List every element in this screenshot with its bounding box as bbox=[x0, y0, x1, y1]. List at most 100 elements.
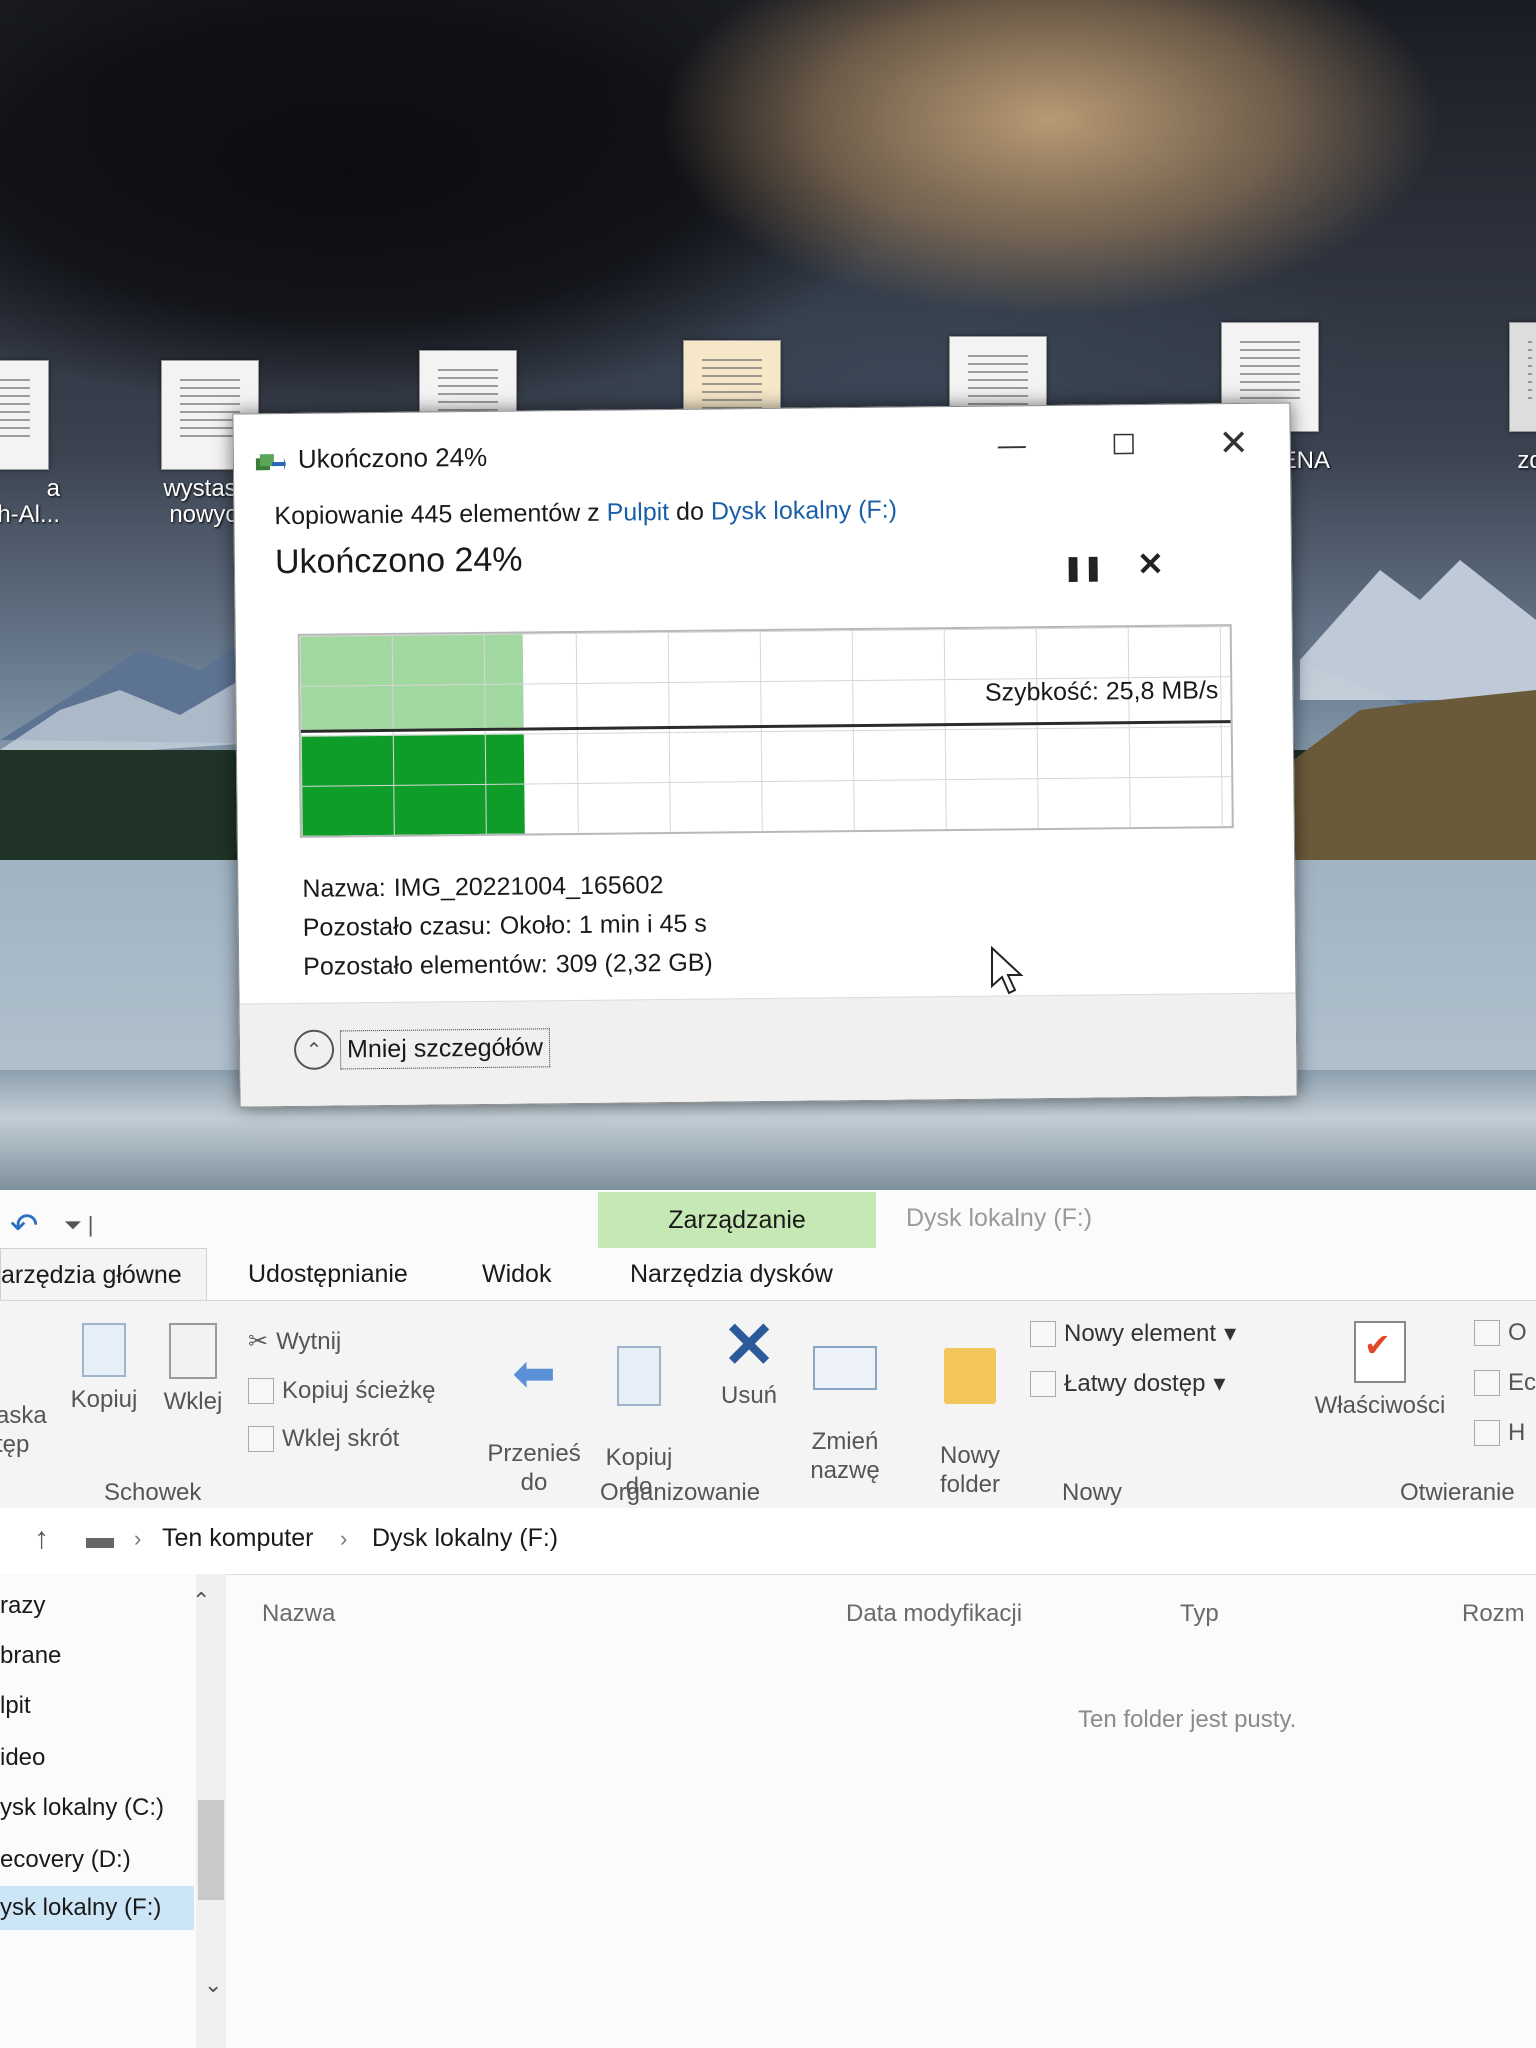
new-item-button[interactable]: Nowy element ▾ bbox=[1030, 1319, 1236, 1348]
drive-icon bbox=[86, 1538, 114, 1548]
chevron-up-icon: ⌃ bbox=[293, 1029, 335, 1070]
tab-manage[interactable]: Zarządzanie bbox=[598, 1192, 876, 1248]
rename-button[interactable]: Zmień nazwę bbox=[800, 1317, 890, 1514]
nav-item-drive-f[interactable]: ysk lokalny (F:) bbox=[0, 1886, 194, 1930]
move-arrow-icon: ⬅ bbox=[512, 1345, 556, 1403]
column-size[interactable]: Rozm bbox=[1462, 1600, 1525, 1628]
progress-status: Ukończono 24% bbox=[274, 540, 523, 582]
desktop-icon-label: zd bbox=[1517, 447, 1536, 474]
window-caption: Dysk lokalny (F:) bbox=[906, 1204, 1093, 1232]
camera-icon bbox=[1509, 322, 1536, 432]
clipboard-icon bbox=[169, 1323, 217, 1379]
open-icon bbox=[1474, 1320, 1500, 1346]
desktop-icon[interactable]: a h-Al... bbox=[0, 360, 60, 528]
nav-item-drive-d[interactable]: ecovery (D:) bbox=[0, 1846, 131, 1874]
ribbon: aska tęp Kopiuj Wklej ✂ Wytnij Kopiuj ści… bbox=[0, 1300, 1536, 1510]
column-type[interactable]: Typ bbox=[1180, 1600, 1219, 1628]
copy-icon bbox=[82, 1323, 126, 1377]
minimize-button[interactable]: — bbox=[982, 420, 1043, 471]
detail-time: Pozostało czasu: Około: 1 min i 45 s bbox=[303, 905, 713, 948]
tab-drive-tools[interactable]: Narzędzia dysków bbox=[630, 1248, 833, 1300]
less-details-button[interactable]: ⌃ Mniej szczegółów bbox=[293, 1027, 551, 1070]
dialog-titlebar[interactable]: Ukończono 24% — ☐ ✕ bbox=[233, 403, 1290, 498]
nav-item-drive-c[interactable]: ysk lokalny (C:) bbox=[0, 1794, 164, 1822]
delete-x-icon: ✕ bbox=[722, 1309, 776, 1381]
nav-item-pictures[interactable]: razy bbox=[0, 1592, 45, 1620]
paste-button[interactable]: Wklej bbox=[158, 1323, 228, 1416]
delete-button[interactable]: ✕ Usuń bbox=[704, 1309, 794, 1410]
chevron-up-icon[interactable]: ⌃ bbox=[192, 1588, 210, 1614]
properties-button[interactable]: Właściwości bbox=[1300, 1321, 1460, 1420]
quick-access-dropdown-icon[interactable]: ⏷ | bbox=[64, 1212, 93, 1238]
chevron-down-icon[interactable]: ⌄ bbox=[204, 1972, 222, 1998]
close-button[interactable]: ✕ bbox=[1203, 418, 1264, 469]
paste-shortcut-button[interactable]: Wklej skrót bbox=[248, 1425, 399, 1453]
copy-prefix: Kopiowanie 445 elementów z bbox=[274, 498, 607, 531]
easy-access-label: Łatwy dostęp bbox=[1064, 1369, 1206, 1397]
breadcrumb-this-pc[interactable]: Ten komputer bbox=[162, 1524, 313, 1553]
transfer-speed-graph: Szybkość: 25,8 MB/s bbox=[297, 624, 1234, 838]
copy-label: Kopiuj bbox=[70, 1386, 138, 1413]
folder-icon bbox=[944, 1348, 996, 1404]
tab-home[interactable]: arzędzia główne bbox=[0, 1248, 207, 1301]
chevron-right-icon: › bbox=[134, 1526, 142, 1551]
paste-partial-label[interactable]: aska tęp bbox=[0, 1401, 47, 1459]
copy-path-icon bbox=[248, 1378, 274, 1404]
pause-icon[interactable]: ❚❚ bbox=[1063, 553, 1104, 582]
easy-access-button[interactable]: Łatwy dostęp ▾ bbox=[1030, 1369, 1225, 1398]
rename-label: Zmień nazwę bbox=[810, 1428, 880, 1484]
copy-progress-dialog: Ukończono 24% — ☐ ✕ Kopiowanie 445 eleme… bbox=[232, 402, 1298, 1108]
copy-path-button[interactable]: Kopiuj ścieżkę bbox=[248, 1377, 435, 1405]
undo-icon[interactable]: ↶ bbox=[10, 1206, 39, 1246]
destination-link[interactable]: Dysk lokalny (F:) bbox=[711, 496, 897, 526]
detail-name-value: IMG_20221004_165602 bbox=[393, 871, 664, 902]
close-icon[interactable]: ✕ bbox=[1137, 545, 1164, 583]
edit-icon bbox=[1474, 1370, 1500, 1396]
source-link[interactable]: Pulpit bbox=[606, 498, 669, 527]
nav-item-downloads[interactable]: brane bbox=[0, 1642, 61, 1670]
move-to-button[interactable]: ⬅ Przenieś do bbox=[484, 1317, 584, 1526]
copy-description: Kopiowanie 445 elementów z Pulpit do Dys… bbox=[274, 492, 1250, 531]
breadcrumb-drive-f[interactable]: Dysk lokalny (F:) bbox=[372, 1524, 558, 1553]
mouse-cursor-icon bbox=[991, 946, 1024, 995]
group-new-label: Nowy bbox=[1062, 1479, 1123, 1506]
ribbon-tabs: arzędzia główne Udostępnianie Widok Narz… bbox=[0, 1248, 1536, 1301]
history-button[interactable]: H bbox=[1474, 1419, 1525, 1447]
navigation-pane: razy brane lpit ideo ysk lokalny (C:) ec… bbox=[0, 1574, 226, 2048]
properties-icon bbox=[1354, 1321, 1406, 1383]
group-clipboard-label: Schowek bbox=[104, 1479, 202, 1506]
nav-item-videos[interactable]: ideo bbox=[0, 1744, 45, 1772]
detail-name-label: Nazwa: bbox=[302, 873, 386, 903]
copy-to-icon bbox=[617, 1346, 661, 1406]
tab-share[interactable]: Udostępnianie bbox=[248, 1248, 408, 1300]
tab-view[interactable]: Widok bbox=[482, 1248, 551, 1300]
paste-label: Wklej bbox=[163, 1388, 223, 1415]
desktop-icon-label: a h-Al... bbox=[0, 475, 60, 528]
group-organize-label: Organizowanie bbox=[600, 1479, 761, 1506]
chevron-down-icon: ▾ bbox=[1213, 1370, 1226, 1397]
nav-item-desktop[interactable]: lpit bbox=[0, 1692, 31, 1720]
detail-items-value: 309 (2,32 GB) bbox=[555, 948, 713, 979]
open-button[interactable]: O bbox=[1474, 1319, 1527, 1347]
column-name[interactable]: Nazwa bbox=[262, 1600, 335, 1628]
speed-label: Szybkość: 25,8 MB/s bbox=[984, 676, 1219, 707]
cut-button[interactable]: ✂ Wytnij bbox=[248, 1327, 341, 1356]
delete-label: Usuń bbox=[720, 1382, 778, 1409]
copy-path-label: Kopiuj ścieżkę bbox=[282, 1377, 436, 1404]
edit-button[interactable]: Ec bbox=[1474, 1369, 1536, 1397]
easy-access-icon bbox=[1030, 1370, 1056, 1397]
copy-button[interactable]: Kopiuj bbox=[66, 1323, 142, 1414]
up-arrow-icon[interactable]: ↑ bbox=[34, 1522, 49, 1556]
desktop-icon[interactable]: zd bbox=[1470, 322, 1536, 474]
detail-items-label: Pozostało elementów: bbox=[303, 950, 548, 981]
detail-items: Pozostało elementów: 309 (2,32 GB) bbox=[303, 944, 713, 987]
new-folder-button[interactable]: Nowy folder bbox=[922, 1319, 1018, 1528]
nav-scrollbar-thumb[interactable] bbox=[198, 1800, 224, 1900]
new-item-label: Nowy element bbox=[1064, 1319, 1217, 1347]
rename-icon bbox=[813, 1346, 877, 1390]
document-icon bbox=[0, 360, 49, 470]
address-bar[interactable]: ↑ › Ten komputer › Dysk lokalny (F:) bbox=[0, 1508, 1536, 1575]
maximize-button[interactable]: ☐ bbox=[1094, 419, 1155, 470]
open-label: O bbox=[1508, 1319, 1527, 1346]
column-date-modified[interactable]: Data modyfikacji bbox=[846, 1600, 1022, 1628]
